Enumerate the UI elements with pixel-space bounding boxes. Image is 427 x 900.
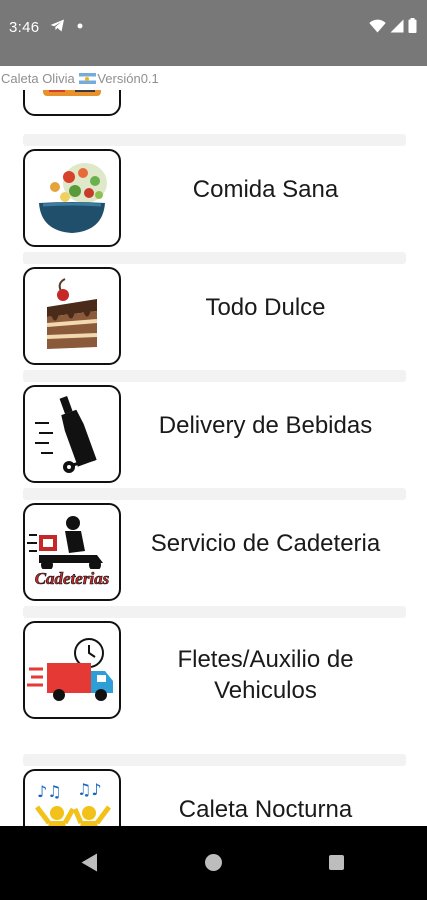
- category-label: Delivery de Bebidas: [158, 412, 373, 439]
- card-separator: [23, 252, 406, 264]
- category-card-delivery-bebidas[interactable]: Delivery de Bebidas: [23, 370, 406, 483]
- home-icon[interactable]: [205, 854, 222, 871]
- salad-bowl-icon: [23, 149, 121, 247]
- delivery-truck-icon: [23, 621, 121, 719]
- category-card-food[interactable]: [23, 90, 406, 128]
- category-label: Fletes/Auxilio de Vehiculos: [177, 646, 354, 704]
- svg-text:♫♪: ♫♪: [77, 780, 102, 799]
- navigation-bar: [0, 826, 427, 900]
- battery-icon: [408, 18, 417, 33]
- dot-icon: [77, 23, 83, 28]
- app-version: Versión0.1: [97, 71, 159, 86]
- category-label: Caleta Nocturna: [178, 796, 353, 823]
- telegram-icon: [50, 19, 64, 32]
- category-label: Todo Dulce: [205, 294, 326, 321]
- back-icon[interactable]: [81, 853, 98, 872]
- card-separator: [23, 754, 406, 766]
- category-card-todo-dulce[interactable]: Todo Dulce: [23, 252, 406, 365]
- category-card-comida-sana[interactable]: Comida Sana: [23, 134, 406, 247]
- signal-icon: [390, 19, 404, 32]
- status-icons-right: [369, 18, 417, 33]
- category-list[interactable]: Comida Sana Todo Dulce Delivery de Bebid…: [0, 90, 427, 826]
- party-people-icon: ♪♫ ♫♪: [23, 769, 121, 826]
- card-separator: [23, 134, 406, 146]
- courier-scooter-icon: Cadeterias: [23, 503, 121, 601]
- cadeterias-logo-text: Cadeterias: [35, 569, 110, 588]
- status-time: 3:46: [9, 19, 40, 36]
- category-card-caleta-nocturna[interactable]: ♪♫ ♫♪ Caleta Nocturna: [23, 754, 406, 826]
- card-separator: [23, 488, 406, 500]
- card-separator: [23, 606, 406, 618]
- category-card-servicio-cadeteria[interactable]: Cadeterias Servicio de Cadeteria: [23, 488, 406, 601]
- status-bar: 3:46: [0, 0, 427, 66]
- app-header: Caleta Olivia Versión0.1: [0, 66, 427, 90]
- argentina-flag-icon: [79, 73, 97, 84]
- category-card-fletes-auxilio[interactable]: Fletes/Auxilio de Vehiculos: [23, 606, 406, 746]
- bottle-cart-icon: [23, 385, 121, 483]
- category-label: Servicio de Cadeteria: [150, 530, 381, 557]
- wifi-icon: [369, 19, 386, 32]
- app-header-text: Caleta Olivia Versión0.1: [1, 71, 159, 86]
- svg-text:♪♫: ♪♫: [37, 782, 62, 801]
- cake-slice-icon: [23, 267, 121, 365]
- status-icons-left: [50, 19, 83, 32]
- recents-icon[interactable]: [329, 855, 344, 870]
- card-separator: [23, 370, 406, 382]
- category-label: Comida Sana: [192, 176, 339, 203]
- food-bag-icon: [23, 90, 121, 116]
- app-title: Caleta Olivia: [1, 71, 75, 86]
